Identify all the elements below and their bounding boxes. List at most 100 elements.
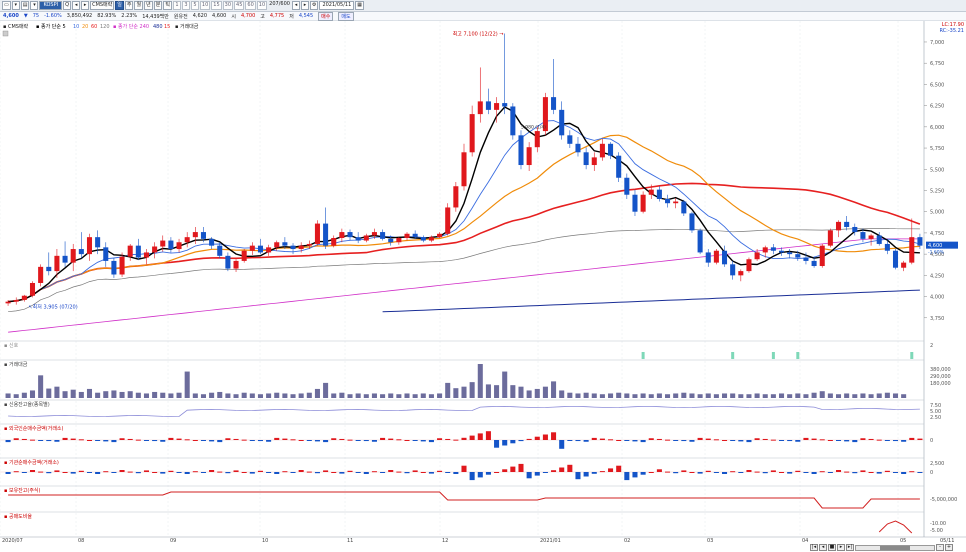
code-button[interactable]: ▤ (20, 1, 30, 10)
inst-bar (860, 470, 866, 472)
settings-icon[interactable]: ⚙ (309, 1, 319, 10)
change-value: 75 (32, 13, 40, 19)
sell-button[interactable]: 매도 (338, 11, 354, 21)
scroll-right-icon[interactable]: ▸ (300, 1, 309, 10)
search-icon[interactable]: Q (63, 1, 72, 10)
volume-bar (778, 393, 785, 398)
inst-bar (526, 472, 532, 479)
symbol-input[interactable]: KOSPI (39, 1, 63, 10)
period-day[interactable]: 일 (115, 1, 124, 10)
scroll-left-icon[interactable]: ◂ (291, 1, 300, 10)
change-arrow: ▼ (23, 13, 28, 19)
candle-body (534, 131, 540, 148)
volume-bar (192, 393, 198, 398)
volume-bar (868, 394, 874, 398)
inst-bar (404, 472, 410, 474)
volume-bar (876, 393, 882, 398)
candle-body (453, 186, 459, 208)
inst-bar (567, 464, 573, 472)
period-tick[interactable]: 틱 (163, 1, 172, 10)
candle-body (860, 232, 866, 239)
period-10[interactable]: 10 (199, 1, 211, 10)
volume-bar (78, 391, 84, 398)
inst-bar (38, 471, 44, 473)
date-input[interactable]: 2021/05/11 (319, 1, 355, 10)
inst-bar (266, 472, 272, 473)
volume-bar (225, 393, 231, 398)
period-month[interactable]: 월 (134, 1, 144, 10)
volume-bar (62, 391, 68, 398)
buy-button[interactable]: 매수 (318, 11, 334, 21)
scrollbar-thumb[interactable] (880, 545, 910, 550)
candle-body (746, 259, 752, 272)
zoom-in-icon[interactable]: + (945, 544, 953, 551)
foreign-bar (510, 440, 516, 444)
foreign-bar (616, 440, 622, 441)
kind-label[interactable]: CMS매략 (90, 1, 115, 10)
period-60[interactable]: 60 (245, 1, 256, 10)
foreign-bar (453, 439, 459, 441)
x-tick-label: 12 (442, 538, 448, 543)
last-icon[interactable]: ▸| (846, 544, 854, 551)
inst-bar (290, 472, 296, 473)
period-10b[interactable]: 10 (256, 1, 268, 10)
high-value: 4,700 (240, 13, 256, 19)
inst-bar (551, 470, 557, 472)
candle-body (575, 143, 581, 153)
period-30[interactable]: 30 (222, 1, 234, 10)
foreign-bar (54, 440, 60, 442)
candle-body (192, 232, 198, 238)
inst-bar (323, 470, 329, 472)
dropdown-button[interactable]: ▾ (11, 1, 20, 10)
open-label: 원유전 (173, 13, 188, 20)
signal-bar (771, 352, 775, 359)
next-icon[interactable]: ▸ (837, 544, 845, 551)
period-15[interactable]: 15 (211, 1, 222, 10)
inst-bar (103, 471, 109, 473)
inst-bar (29, 470, 36, 472)
candle-body (738, 271, 744, 276)
period-3[interactable]: 3 (181, 1, 190, 10)
prev-icon[interactable]: ◂ (819, 544, 827, 551)
candle-body (811, 260, 817, 267)
amount-value: 2.23% (121, 13, 138, 19)
candle-body (526, 147, 532, 166)
chart-type-button[interactable]: ▭ (2, 1, 11, 10)
scrollbar[interactable] (855, 544, 935, 551)
inst-bar (738, 472, 744, 473)
stop-icon[interactable]: ■ (828, 544, 836, 551)
volume-bar (526, 390, 532, 398)
inst-bar (876, 472, 882, 474)
first-icon[interactable]: |◂ (810, 544, 818, 551)
prev-button[interactable]: ◂ (72, 1, 81, 10)
foreign-bar (599, 438, 605, 440)
inst-bar (21, 472, 27, 473)
candle-body (184, 237, 190, 243)
zoom-out-icon[interactable]: - (936, 544, 944, 551)
candle-body (388, 238, 394, 243)
period-year[interactable]: 년 (144, 1, 153, 10)
volume-bar (437, 393, 443, 398)
next-button[interactable]: ▸ (81, 1, 90, 10)
chart-area[interactable]: 7,000 6,750 6,500 6,250 6,000 5,750 5,500 5,250… (0, 21, 966, 544)
inst-bar (534, 472, 540, 476)
volume-bar (835, 394, 842, 398)
period-min[interactable]: 분 (153, 1, 163, 10)
chart-svg[interactable]: 7,000 6,750 6,500 6,250 6,000 5,750 5,500 5,250… (0, 21, 966, 544)
legend-title: ▪ CMS매략 (3, 23, 29, 30)
period-week[interactable]: 주 (124, 1, 134, 10)
volume-bar (314, 388, 320, 398)
calendar-icon[interactable]: ▦ (355, 1, 364, 10)
volume-bar (86, 388, 93, 398)
y-tick-label: 6,000 (930, 125, 944, 131)
volume-bar (184, 371, 190, 398)
panel-title: ▪ 거래대금 (4, 361, 28, 368)
candle-body (591, 157, 597, 166)
period-5[interactable]: 5 (190, 1, 199, 10)
period-45[interactable]: 45 (234, 1, 245, 10)
period-1[interactable]: 1 (172, 1, 181, 10)
min-annotation: ↖최저 3,905 (07/20) (28, 304, 77, 311)
volume-bar (567, 392, 573, 398)
arrow-dropdown[interactable]: ▾ (30, 1, 39, 10)
inst-bar (355, 472, 361, 473)
